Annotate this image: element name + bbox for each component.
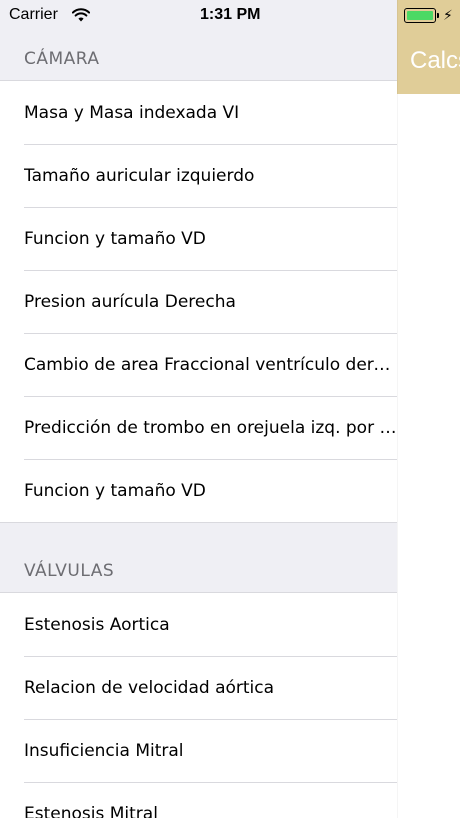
list-item[interactable]: Masa y Masa indexada VI	[0, 81, 397, 144]
main-title: Calcs	[410, 47, 460, 74]
charging-bolt-icon: ⚡	[443, 8, 453, 24]
valvulas-list: Estenosis Aortica Relacion de velocidad …	[0, 592, 397, 818]
list-item-label: Estenosis Mitral	[24, 803, 158, 818]
list-item[interactable]: Funcion y tamaño VD	[0, 459, 397, 522]
battery-icon	[404, 8, 436, 23]
list-item[interactable]: Funcion y tamaño VD	[0, 207, 397, 270]
clock: 1:31 PM	[200, 6, 261, 23]
list-item-label: Masa y Masa indexada VI	[24, 102, 240, 123]
list-item[interactable]: Tamaño auricular izquierdo	[0, 144, 397, 207]
list-item[interactable]: Cambio de area Fraccional ventrículo der…	[0, 333, 397, 396]
status-bar: Carrier 1:31 PM	[0, 0, 397, 32]
list-item-label: Funcion y tamaño VD	[24, 228, 206, 249]
list-item-label: Cambio de area Fraccional ventrículo der…	[24, 354, 397, 375]
wifi-icon	[72, 8, 90, 22]
list-item[interactable]: Estenosis Aortica	[0, 593, 397, 656]
list-item-label: Funcion y tamaño VD	[24, 480, 206, 501]
list-item-label: Presion aurícula Derecha	[24, 291, 236, 312]
section-header-valvulas: VÁLVULAS	[24, 561, 115, 581]
section-header-camara: CÁMARA	[24, 49, 100, 69]
list-item-label: Insuficiencia Mitral	[24, 740, 184, 761]
list-item-label: Tamaño auricular izquierdo	[24, 165, 255, 186]
side-menu-drawer: Carrier 1:31 PM CÁMARA Masa y Masa index…	[0, 0, 397, 818]
carrier-label: Carrier	[9, 6, 58, 23]
list-item[interactable]: Insuficiencia Mitral	[0, 719, 397, 782]
list-item-label: Predicción de trombo en orejuela izq. po…	[24, 417, 397, 438]
list-item-label: Relacion de velocidad aórtica	[24, 677, 275, 698]
list-item[interactable]: Presion aurícula Derecha	[0, 270, 397, 333]
list-item-label: Estenosis Aortica	[24, 614, 170, 635]
battery-indicator: ⚡	[404, 7, 460, 25]
list-item[interactable]: Estenosis Mitral	[0, 782, 397, 818]
list-item[interactable]: Relacion de velocidad aórtica	[0, 656, 397, 719]
camara-list: Masa y Masa indexada VI Tamaño auricular…	[0, 80, 397, 523]
list-item[interactable]: Predicción de trombo en orejuela izq. po…	[0, 396, 397, 459]
